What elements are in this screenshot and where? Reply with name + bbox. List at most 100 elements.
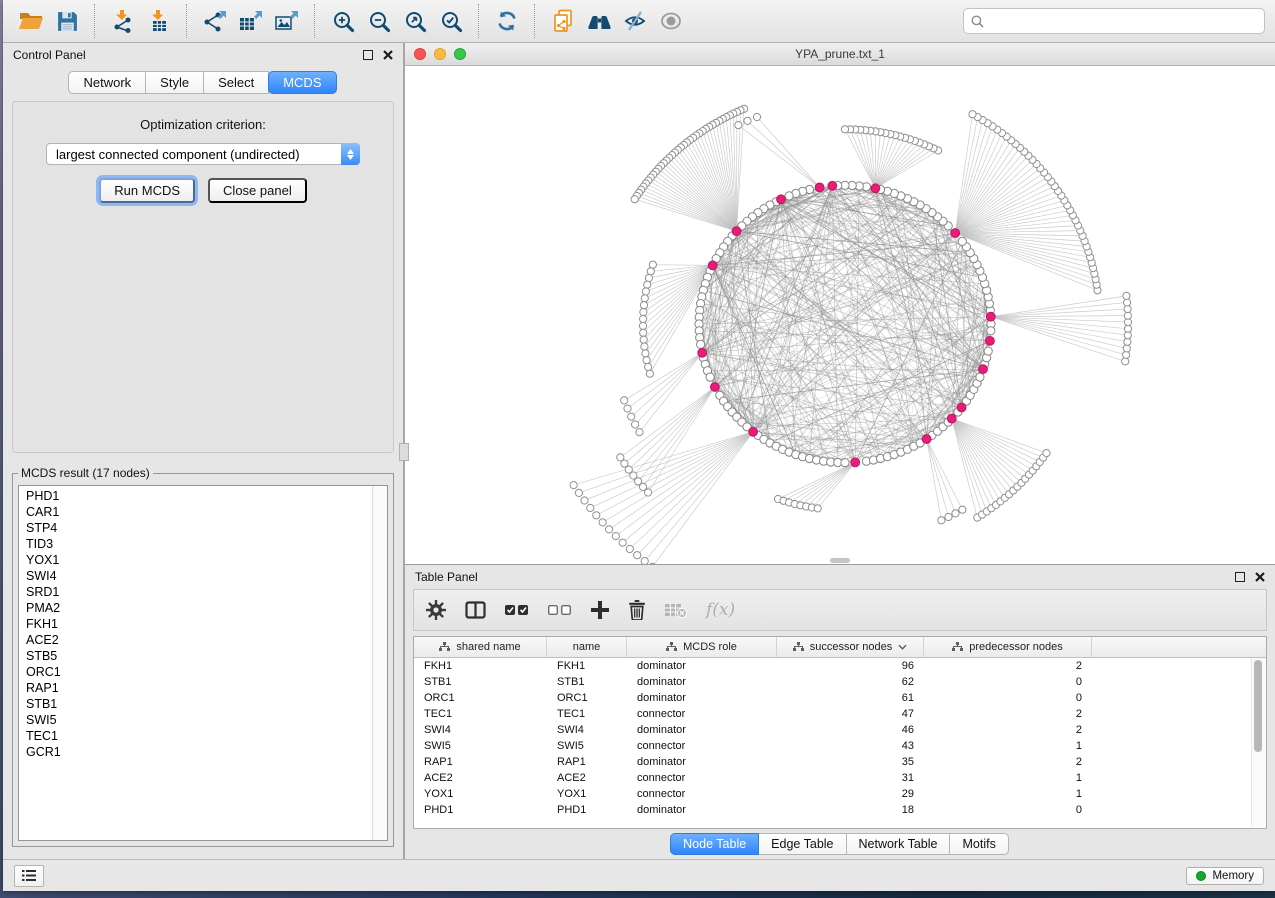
- save-session-button[interactable]: [49, 3, 85, 39]
- table-cell: SWI5: [414, 740, 547, 752]
- select-stepper-icon: [341, 143, 360, 165]
- export-image-button[interactable]: [269, 3, 305, 39]
- table-vscrollbar[interactable]: [1251, 658, 1265, 827]
- import-table-icon: [147, 9, 171, 33]
- mcds-result-item[interactable]: ACE2: [26, 632, 371, 648]
- mcds-result-list[interactable]: PHD1CAR1STP4TID3YOX1SWI4SRD1PMA2FKH1ACE2…: [18, 485, 388, 841]
- column-header-MCDS-role[interactable]: MCDS role: [627, 637, 777, 657]
- search-windows-button[interactable]: [581, 3, 617, 39]
- tab-node-table[interactable]: Node Table: [670, 833, 759, 855]
- export-table-button[interactable]: [233, 3, 269, 39]
- run-mcds-button[interactable]: Run MCDS: [99, 178, 195, 203]
- mcds-result-item[interactable]: STB5: [26, 648, 371, 664]
- mcds-result-item[interactable]: TEC1: [26, 728, 371, 744]
- network-hscroll-thumb[interactable]: [830, 558, 850, 563]
- zoom-in-button[interactable]: [325, 3, 361, 39]
- mcds-result-item[interactable]: CAR1: [26, 504, 371, 520]
- close-panel-button[interactable]: Close panel: [208, 178, 307, 203]
- node-table: shared name name MCDS role successor nodes p…: [413, 636, 1267, 829]
- table-cell: 2: [924, 660, 1092, 672]
- unselect-all-columns-button[interactable]: [548, 604, 572, 616]
- float-panel-icon[interactable]: [363, 50, 373, 60]
- tab-select[interactable]: Select: [203, 71, 269, 94]
- splitter-handle[interactable]: [399, 443, 409, 461]
- tab-network[interactable]: Network: [68, 71, 146, 94]
- table-row[interactable]: TEC1TEC1connector472: [414, 706, 1266, 722]
- mcds-result-item[interactable]: SWI4: [26, 568, 371, 584]
- column-header-name[interactable]: name: [547, 637, 627, 657]
- show-panel-button[interactable]: [653, 3, 689, 39]
- table-cell: FKH1: [414, 660, 547, 672]
- table-row[interactable]: PHD1PHD1dominator180: [414, 802, 1266, 818]
- refresh-layout-button[interactable]: [489, 3, 525, 39]
- mcds-result-item[interactable]: STB1: [26, 696, 371, 712]
- network-view-window: YPA_prune.txt_1: [405, 43, 1275, 565]
- zoom-out-icon: [368, 10, 391, 33]
- maximize-window-icon[interactable]: [454, 48, 466, 60]
- tab-edge-table[interactable]: Edge Table: [758, 833, 846, 855]
- network-window-titlebar[interactable]: YPA_prune.txt_1: [405, 43, 1275, 66]
- mcds-result-item[interactable]: FKH1: [26, 616, 371, 632]
- mcds-result-legend: MCDS result (17 nodes): [18, 466, 153, 480]
- table-row[interactable]: SWI4SWI4dominator462: [414, 722, 1266, 738]
- memory-button[interactable]: Memory: [1186, 867, 1264, 885]
- table-cell: YOX1: [547, 788, 627, 800]
- table-row[interactable]: SWI5SWI5connector431: [414, 738, 1266, 754]
- search-input[interactable]: [990, 13, 1257, 29]
- column-header-predecessor-nodes[interactable]: predecessor nodes: [924, 637, 1092, 657]
- zoom-out-button[interactable]: [361, 3, 397, 39]
- search-field[interactable]: [963, 8, 1265, 34]
- export-network-button[interactable]: [197, 3, 233, 39]
- tab-network-table[interactable]: Network Table: [846, 833, 951, 855]
- table-row[interactable]: ACE2ACE2connector311: [414, 770, 1266, 786]
- show-panels-button[interactable]: [14, 865, 44, 887]
- close-table-panel-icon[interactable]: [1255, 572, 1265, 582]
- mcds-result-item[interactable]: SRD1: [26, 584, 371, 600]
- mcds-result-item[interactable]: RAP1: [26, 680, 371, 696]
- mcds-result-item[interactable]: GCR1: [26, 744, 371, 760]
- table-row[interactable]: FKH1FKH1dominator962: [414, 658, 1266, 674]
- show-columns-button[interactable]: [465, 601, 486, 619]
- mcds-result-item[interactable]: YOX1: [26, 552, 371, 568]
- mcds-result-item[interactable]: STP4: [26, 520, 371, 536]
- hide-panel-button[interactable]: [617, 3, 653, 39]
- column-header-shared-name[interactable]: shared name: [414, 637, 547, 657]
- column-header-label: name: [573, 641, 601, 653]
- optimization-criterion-select[interactable]: largest connected component (undirected): [46, 143, 360, 165]
- close-panel-icon[interactable]: [383, 50, 393, 60]
- mcds-result-item[interactable]: ORC1: [26, 664, 371, 680]
- table-panel-title: Table Panel: [415, 570, 1225, 584]
- zoom-fit-button[interactable]: [397, 3, 433, 39]
- mcds-result-item[interactable]: TID3: [26, 536, 371, 552]
- table-vscroll-thumb[interactable]: [1254, 660, 1262, 752]
- float-table-panel-icon[interactable]: [1235, 572, 1245, 582]
- column-header-label: successor nodes: [810, 641, 893, 653]
- minimize-window-icon[interactable]: [434, 48, 446, 60]
- import-network-button[interactable]: [105, 3, 141, 39]
- import-table-button[interactable]: [141, 3, 177, 39]
- tab-style[interactable]: Style: [145, 71, 204, 94]
- table-cell: 2: [924, 756, 1092, 768]
- hierarchy-icon: [952, 642, 963, 652]
- table-cell: 2: [924, 708, 1092, 720]
- mcds-result-item[interactable]: PMA2: [26, 600, 371, 616]
- mcds-list-scrollbar[interactable]: [372, 486, 387, 840]
- table-row[interactable]: RAP1RAP1dominator352: [414, 754, 1266, 770]
- network-canvas[interactable]: [405, 66, 1275, 564]
- column-header-successor-nodes[interactable]: successor nodes: [777, 637, 924, 657]
- tab-motifs[interactable]: Motifs: [949, 833, 1008, 855]
- close-window-icon[interactable]: [414, 48, 426, 60]
- select-all-columns-button[interactable]: [505, 604, 529, 616]
- table-row[interactable]: ORC1ORC1dominator610: [414, 690, 1266, 706]
- delete-column-button[interactable]: [628, 600, 646, 620]
- table-settings-button[interactable]: [426, 600, 446, 620]
- create-column-button[interactable]: [591, 601, 609, 619]
- copy-network-button[interactable]: [545, 3, 581, 39]
- open-session-button[interactable]: [13, 3, 49, 39]
- table-row[interactable]: STB1STB1dominator620: [414, 674, 1266, 690]
- tab-mcds[interactable]: MCDS: [268, 71, 336, 94]
- zoom-selected-button[interactable]: [433, 3, 469, 39]
- mcds-result-item[interactable]: PHD1: [26, 488, 371, 504]
- mcds-result-item[interactable]: SWI5: [26, 712, 371, 728]
- table-row[interactable]: YOX1YOX1connector291: [414, 786, 1266, 802]
